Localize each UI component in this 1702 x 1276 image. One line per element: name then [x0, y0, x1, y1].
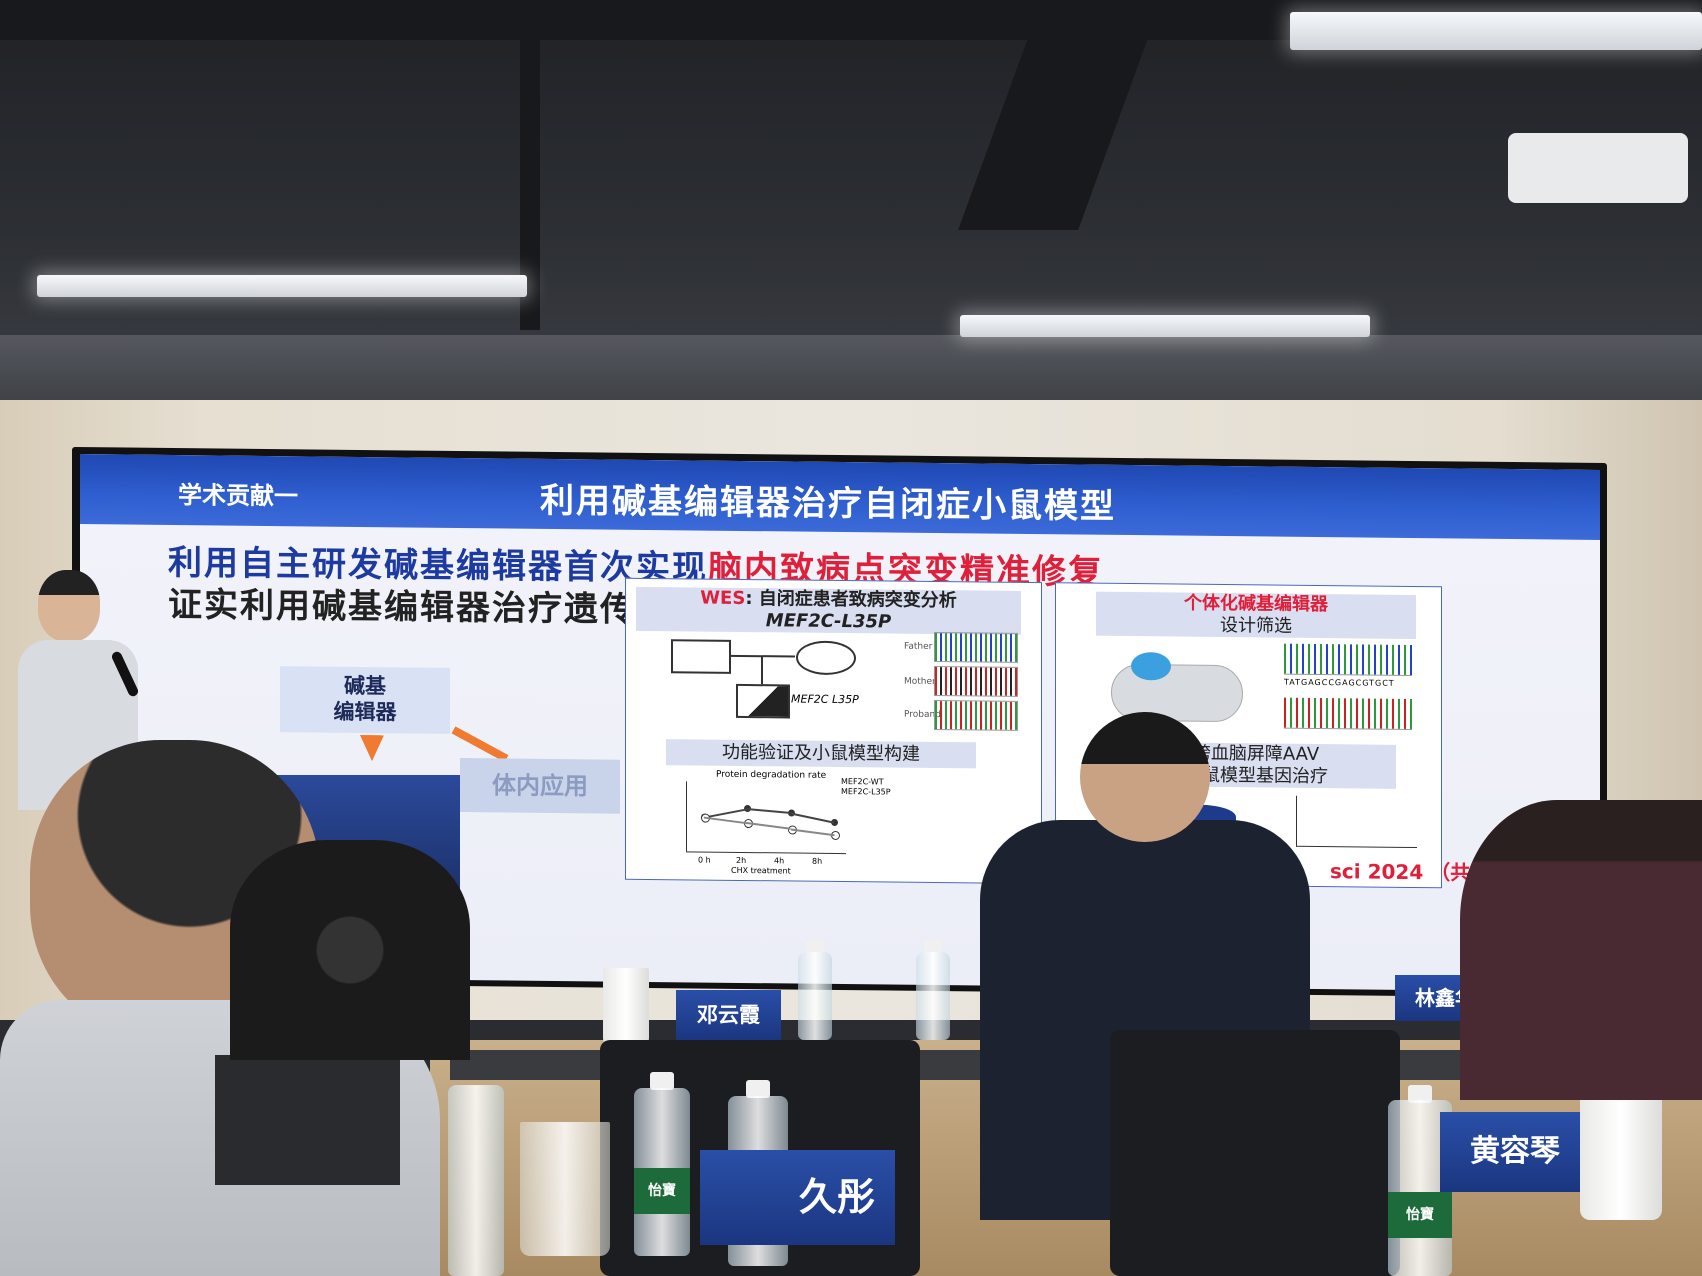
custom-title-bar: 个体化碱基编辑器 设计筛选	[1096, 591, 1416, 640]
chart-legend-wt: MEF2C-WT	[841, 777, 884, 787]
wes-prefix: WES	[700, 587, 746, 610]
base-editor-label-2: 编辑器	[333, 699, 397, 725]
chromatogram	[934, 631, 1018, 663]
panel-wes: WES: 自闭症患者致病突变分析 MEF2C-L35P MEF2C L35P F…	[625, 577, 1042, 885]
sequence-text: TATGAGCCGAGCGTGCT	[1284, 677, 1395, 688]
wes-title: : 自闭症患者致病突变分析	[745, 588, 957, 612]
chart-title: Protein degradation rate	[716, 769, 827, 781]
plastic-cup	[520, 1122, 610, 1256]
chart-x-tick: 4h	[774, 856, 785, 866]
func-title: 功能验证及小鼠模型构建	[666, 739, 976, 769]
arrow-icon	[360, 734, 384, 762]
base-editor-box: 碱基 编辑器	[280, 666, 450, 734]
slide-title-bar: 学术贡献一 利用碱基编辑器治疗自闭症小鼠模型	[80, 454, 1600, 540]
chromatogram	[934, 665, 1018, 697]
water-bottle	[448, 1085, 504, 1276]
slide-title: 利用碱基编辑器治疗自闭症小鼠模型	[540, 480, 1116, 527]
chart-series-line	[747, 822, 791, 830]
chart-series-line	[790, 827, 834, 836]
chart-plot	[686, 781, 846, 853]
nameplate: 邓云霞	[676, 990, 781, 1040]
wes-title-bar: WES: 自闭症患者致病突变分析 MEF2C-L35P	[636, 586, 1021, 635]
audience-right	[1460, 800, 1702, 1100]
chromatogram	[1284, 697, 1412, 730]
editor-model-domain	[1131, 652, 1171, 681]
ceiling-light	[960, 315, 1370, 337]
audience-woman	[230, 840, 470, 1060]
scatter-plot	[1296, 795, 1417, 849]
chart-series-line	[703, 816, 748, 825]
custom-title: 个体化碱基编辑器	[1184, 592, 1328, 616]
bottle-label: 怡寶	[634, 1168, 690, 1214]
seq-row-label: Father	[904, 641, 933, 652]
ceiling-light	[37, 275, 527, 297]
chair	[1110, 1030, 1400, 1276]
seated-man-head	[1080, 712, 1210, 842]
bottle-label: 怡寶	[1388, 1192, 1452, 1238]
chart-legend-l35p: MEF2C-L35P	[841, 787, 891, 797]
projector	[1508, 133, 1688, 203]
speaker-head	[38, 570, 100, 642]
water-bottle	[916, 952, 950, 1040]
ceiling-light	[1290, 12, 1702, 50]
chart-x-tick: 8h	[812, 856, 823, 866]
chart-series-line	[790, 812, 834, 824]
arrow-icon	[451, 726, 509, 763]
laptop	[215, 1055, 400, 1185]
custom-subtitle: 设计筛选	[1220, 614, 1292, 637]
nameplate: 久彤	[700, 1150, 895, 1245]
base-editor-label-1: 碱基	[344, 673, 386, 699]
in-vivo-label: 体内应用	[460, 758, 620, 814]
seq-row-label: Mother	[904, 676, 936, 688]
pedigree-mother	[796, 640, 856, 676]
chart-x-tick: 0 h	[698, 855, 711, 865]
chromatogram	[934, 699, 1018, 731]
chromatogram	[1284, 643, 1412, 676]
nameplate: 黄容琴	[1440, 1112, 1590, 1192]
chart-series-line	[747, 808, 791, 815]
section-label: 学术贡献一	[178, 481, 298, 511]
wes-gene: MEF2C-L35P	[765, 610, 892, 633]
coffee-cup	[603, 968, 649, 1048]
chart-x-label: CHX treatment	[731, 865, 791, 876]
chart-x-tick: 2h	[736, 855, 747, 866]
proband-label: MEF2C L35P	[791, 692, 859, 707]
pedigree-proband	[736, 683, 790, 719]
pedigree-father	[671, 639, 731, 674]
water-bottle	[798, 952, 832, 1040]
pedigree-line	[761, 656, 763, 685]
